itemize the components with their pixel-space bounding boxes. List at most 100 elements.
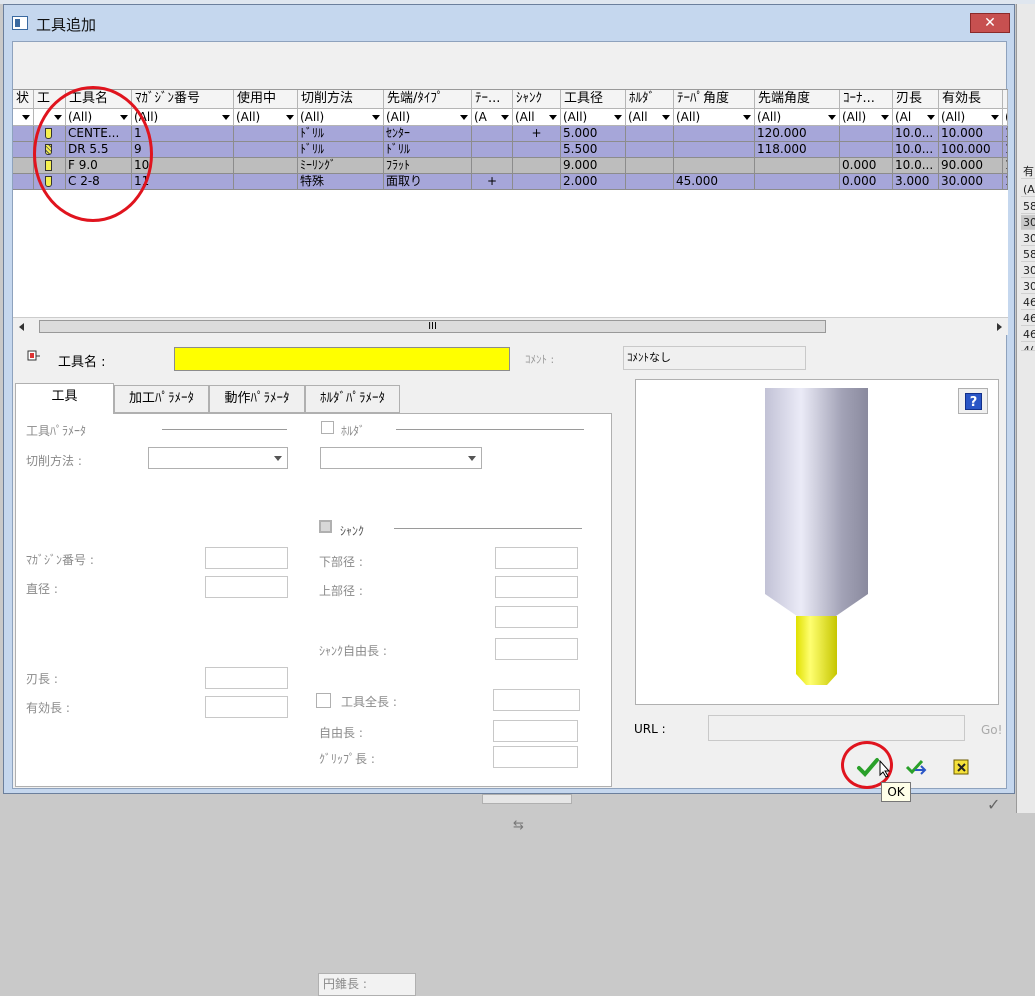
go-link[interactable]: Go! bbox=[981, 723, 1002, 737]
cell-tip-type: ｾﾝﾀｰ bbox=[384, 126, 472, 142]
filter-blade-length[interactable]: (Al bbox=[893, 109, 939, 126]
column-header-in-use[interactable]: 使用中 bbox=[234, 90, 298, 109]
cell-blade-length: 3.000 bbox=[893, 174, 939, 190]
filter-shank[interactable]: (All bbox=[513, 109, 561, 126]
filter-cutting-method[interactable]: (All) bbox=[298, 109, 384, 126]
cone-length-button[interactable]: 円錐長 : bbox=[318, 973, 416, 996]
chevron-down-icon bbox=[274, 456, 282, 461]
column-header-blade-length[interactable]: 刃長 bbox=[893, 90, 939, 109]
horizontal-scrollbar[interactable]: III bbox=[13, 317, 1008, 335]
grip-length-label: ｸﾞﾘｯﾌﾟ長 : bbox=[319, 752, 375, 766]
filter-value: (All) bbox=[842, 110, 867, 124]
free-length-field[interactable] bbox=[493, 720, 578, 742]
filter-value: ( bbox=[1005, 110, 1007, 124]
shank-checkbox[interactable] bbox=[319, 520, 332, 533]
holder-dropdown[interactable] bbox=[320, 447, 482, 469]
cutting-method-label: 切削方法 : bbox=[26, 454, 82, 468]
filter-more[interactable]: ( bbox=[1003, 109, 1008, 126]
close-button[interactable]: ✕ bbox=[970, 13, 1010, 33]
cell-holder bbox=[626, 142, 674, 158]
cutting-method-dropdown[interactable] bbox=[148, 447, 288, 469]
cancel-button[interactable] bbox=[949, 756, 975, 778]
cone-length-field[interactable] bbox=[495, 606, 578, 628]
lower-diameter-field[interactable] bbox=[495, 547, 578, 569]
cell-tip-type: ﾄﾞﾘﾙ bbox=[384, 142, 472, 158]
column-header-taper-angle[interactable]: ﾃｰﾊﾟ角度 bbox=[674, 90, 755, 109]
scroll-right-icon[interactable] bbox=[997, 323, 1002, 331]
scroll-left-icon[interactable] bbox=[19, 323, 24, 331]
magazine-no-field[interactable] bbox=[205, 547, 288, 569]
shank-free-length-field[interactable] bbox=[495, 638, 578, 660]
comment-field[interactable]: ｺﾒﾝﾄなし bbox=[623, 346, 806, 370]
cell-in-use bbox=[234, 174, 298, 190]
help-button[interactable]: ? bbox=[958, 388, 988, 414]
tool-total-length-checkbox[interactable] bbox=[316, 693, 331, 708]
apply-button[interactable] bbox=[903, 756, 929, 778]
filter-tip-angle[interactable]: (All) bbox=[755, 109, 840, 126]
url-field[interactable] bbox=[708, 715, 965, 741]
filter-corner[interactable]: (All) bbox=[840, 109, 893, 126]
cell-in-use bbox=[234, 158, 298, 174]
grip-length-field[interactable] bbox=[493, 746, 578, 768]
filter-tool-diameter[interactable]: (All) bbox=[561, 109, 626, 126]
cell-corner bbox=[840, 142, 893, 158]
filter-tip-type[interactable]: (All) bbox=[384, 109, 472, 126]
table-row[interactable]: F 9.0 10 ﾐｰﾘﾝｸﾞ ﾌﾗｯﾄ 9.000 0.000 10.0...… bbox=[13, 158, 1008, 174]
filter-magazine[interactable]: (All) bbox=[132, 109, 234, 126]
bg-cell: 46 bbox=[1021, 295, 1035, 310]
filter-value: (All bbox=[515, 110, 535, 124]
holder-swap-icon[interactable]: ⇆ bbox=[513, 818, 531, 834]
column-header-corner[interactable]: ｺｰﾅ... bbox=[840, 90, 893, 109]
column-header-status[interactable]: 状 bbox=[13, 90, 34, 109]
column-header-taper[interactable]: ﾃｰ... bbox=[472, 90, 513, 109]
resize-grip-icon[interactable]: ✓ bbox=[987, 795, 1007, 814]
bg-cell: 30 bbox=[1021, 263, 1035, 278]
cell-holder bbox=[626, 174, 674, 190]
filter-status[interactable] bbox=[13, 109, 34, 126]
effective-length-field[interactable] bbox=[205, 696, 288, 718]
blade-length-label: 刃長 : bbox=[26, 672, 58, 686]
table-row[interactable]: C 2-8 11 特殊 面取り + 2.000 45.000 0.000 3.0… bbox=[13, 174, 1008, 190]
holder-label: ﾎﾙﾀﾞ bbox=[341, 424, 366, 438]
column-header-magazine[interactable]: ﾏｶﾞｼﾞﾝ番号 bbox=[132, 90, 234, 109]
table-row[interactable]: CENTE... 1 ﾄﾞﾘﾙ ｾﾝﾀｰ + 5.000 120.000 10.… bbox=[13, 126, 1008, 142]
cell-shank bbox=[513, 174, 561, 190]
tool-name-input[interactable] bbox=[174, 347, 510, 371]
column-header-tip-angle[interactable]: 先端角度 bbox=[755, 90, 840, 109]
column-header-cutting-method[interactable]: 切削方法 bbox=[298, 90, 384, 109]
column-header-shank[interactable]: ｼｬﾝｸ bbox=[513, 90, 561, 109]
blade-length-field[interactable] bbox=[205, 667, 288, 689]
bg-cell: 46 bbox=[1021, 327, 1035, 342]
effective-length-label: 有効長 : bbox=[26, 701, 70, 715]
cell-shank bbox=[513, 158, 561, 174]
scroll-thumb[interactable]: III bbox=[39, 320, 826, 333]
column-header-tip-type[interactable]: 先端/ﾀｲﾌﾟ bbox=[384, 90, 472, 109]
table-row[interactable]: DR 5.5 9 ﾄﾞﾘﾙ ﾄﾞﾘﾙ 5.500 118.000 10.0...… bbox=[13, 142, 1008, 158]
column-header-tool-diameter[interactable]: 工具径 bbox=[561, 90, 626, 109]
diameter-label: 直径 : bbox=[26, 582, 58, 596]
filter-in-use[interactable]: (All) bbox=[234, 109, 298, 126]
cell-taper bbox=[472, 126, 513, 142]
holder-checkbox[interactable] bbox=[321, 421, 334, 434]
diameter-field[interactable] bbox=[205, 576, 288, 598]
tab-holder-params[interactable]: ﾎﾙﾀﾞﾊﾟﾗﾒｰﾀ bbox=[305, 385, 400, 413]
filter-taper[interactable]: (A bbox=[472, 109, 513, 126]
column-header-holder[interactable]: ﾎﾙﾀﾞ bbox=[626, 90, 674, 109]
cell-taper-angle: 45.000 bbox=[674, 174, 755, 190]
upper-diameter-field[interactable] bbox=[495, 576, 578, 598]
tab-machining-params[interactable]: 加工ﾊﾟﾗﾒｰﾀ bbox=[114, 385, 209, 413]
annotation-circle bbox=[33, 86, 153, 222]
column-header-more[interactable]: l bbox=[1003, 90, 1008, 109]
cell-status bbox=[13, 174, 34, 190]
cell-status bbox=[13, 126, 34, 142]
tool-total-length-field[interactable] bbox=[493, 689, 580, 711]
column-header-effective-length[interactable]: 有効長 bbox=[939, 90, 1003, 109]
filter-effective-length[interactable]: (All) bbox=[939, 109, 1003, 126]
filter-taper-angle[interactable]: (All) bbox=[674, 109, 755, 126]
tool-preview: ? bbox=[635, 379, 999, 705]
title-bar[interactable]: 工具追加 ✕ bbox=[4, 5, 1014, 41]
cell-tool-diameter: 9.000 bbox=[561, 158, 626, 174]
filter-holder[interactable]: (All bbox=[626, 109, 674, 126]
tab-tool[interactable]: 工具 bbox=[15, 383, 114, 414]
tab-motion-params[interactable]: 動作ﾊﾟﾗﾒｰﾀ bbox=[209, 385, 305, 413]
